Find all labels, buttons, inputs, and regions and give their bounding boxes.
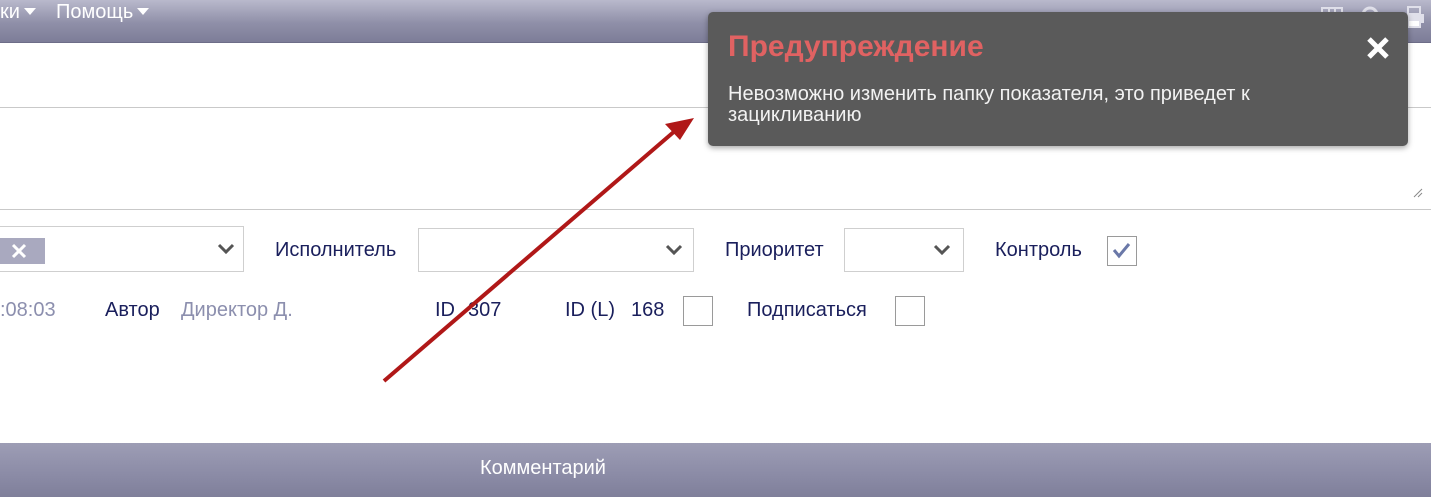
control-label: Контроль (995, 239, 1082, 261)
tag-chip (0, 238, 45, 264)
idl-checkbox[interactable] (683, 296, 713, 326)
warning-toast: Предупреждение Невозможно изменить папку… (708, 12, 1408, 146)
author-label: Автор (105, 299, 160, 321)
chevron-down-icon (665, 244, 683, 256)
menu-item-label: ки (0, 1, 20, 23)
subscribe-label: Подписаться (747, 299, 867, 321)
toast-message: Невозможно изменить папку показателя, эт… (728, 83, 1250, 126)
resize-grip-icon[interactable] (1413, 188, 1423, 198)
author-value: Директор Д. (181, 299, 293, 321)
arrow-head (665, 118, 694, 140)
caret-down-icon (137, 8, 150, 15)
id-value: 307 (468, 299, 502, 321)
created-time: :08:03 (0, 299, 56, 321)
comment-title: Комментарий (480, 457, 606, 479)
toast-title: Предупреждение (728, 30, 984, 63)
tag-select[interactable] (0, 226, 244, 272)
priority-label: Приоритет (725, 239, 824, 261)
assignee-label: Исполнитель (275, 239, 397, 261)
subscribe-checkbox[interactable] (895, 296, 925, 326)
comment-header-bar[interactable]: Комментарий (0, 443, 1431, 497)
close-icon[interactable] (1366, 36, 1390, 60)
separator (0, 209, 1431, 210)
checkmark-icon (1112, 243, 1131, 259)
priority-select[interactable] (844, 228, 964, 272)
idl-label: ID (L) (565, 299, 615, 321)
menu-item-help[interactable]: Помощь (56, 0, 150, 24)
assignee-select[interactable] (418, 228, 694, 272)
idl-value: 168 (631, 299, 665, 321)
menu-item-partial[interactable]: ки (0, 0, 36, 24)
menu-item-label: Помощь (56, 1, 134, 23)
chevron-down-icon (217, 243, 235, 255)
caret-down-icon (23, 8, 36, 15)
remove-tag-icon[interactable] (11, 243, 27, 259)
chevron-down-icon (933, 244, 951, 256)
control-checkbox[interactable] (1107, 236, 1137, 266)
id-label: ID (435, 299, 455, 321)
